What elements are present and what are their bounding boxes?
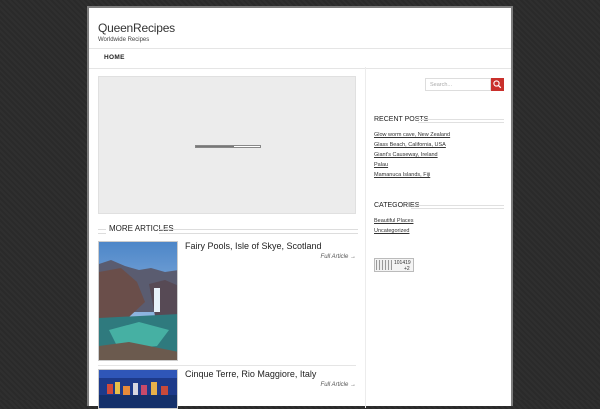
main-nav: HOME (89, 48, 511, 69)
recent-posts-heading: RECENT POSTS (374, 116, 504, 126)
full-article-link[interactable]: Full Article → (321, 254, 356, 260)
search-icon (493, 80, 502, 89)
article-title[interactable]: Fairy Pools, Isle of Skye, Scotland (185, 241, 322, 251)
image-slider[interactable] (98, 76, 356, 214)
article-divider (98, 365, 356, 366)
slider-loading-bar (195, 145, 261, 148)
article-title[interactable]: Cinque Terre, Rio Maggiore, Italy (185, 369, 316, 379)
category-link[interactable]: Beautiful Places (374, 218, 413, 224)
categories-heading: CATEGORIES (374, 202, 504, 212)
slider-loading-fill (196, 146, 235, 147)
recent-post-link[interactable]: Glow worm cave, New Zealand (374, 132, 450, 138)
counter-graph (376, 260, 392, 270)
site-title[interactable]: QueenRecipes (98, 21, 175, 35)
category-link[interactable]: Uncategorized (374, 228, 409, 234)
heading-rule (411, 205, 504, 209)
fairy-pools-image (99, 242, 177, 360)
article-thumbnail[interactable] (98, 369, 178, 409)
recent-post-link[interactable]: Giant's Causeway, Ireland (374, 152, 438, 158)
article-thumbnail[interactable] (98, 241, 178, 361)
cinque-terre-image (99, 370, 177, 408)
search-button[interactable] (491, 78, 504, 91)
nav-item-home[interactable]: HOME (104, 54, 125, 61)
page-container: QueenRecipes Worldwide Recipes HOME MORE… (87, 6, 513, 409)
search-input[interactable]: Search... (425, 78, 491, 91)
counter-today: +2 (404, 266, 410, 272)
heading-rule-right (159, 229, 358, 234)
heading-rule (418, 119, 504, 123)
recent-post-link[interactable]: Glass Beach, California, USA (374, 142, 446, 148)
full-article-link[interactable]: Full Article → (321, 382, 356, 388)
recent-post-link[interactable]: Mamanuca Islands, Fiji (374, 172, 430, 178)
sidebar-divider (365, 67, 366, 408)
visitor-counter[interactable]: 101419 +2 (374, 258, 414, 272)
site-tagline: Worldwide Recipes (98, 37, 150, 43)
more-articles-heading: MORE ARTICLES (98, 224, 358, 236)
heading-rule-left (98, 229, 106, 234)
recent-post-link[interactable]: Palau (374, 162, 388, 168)
